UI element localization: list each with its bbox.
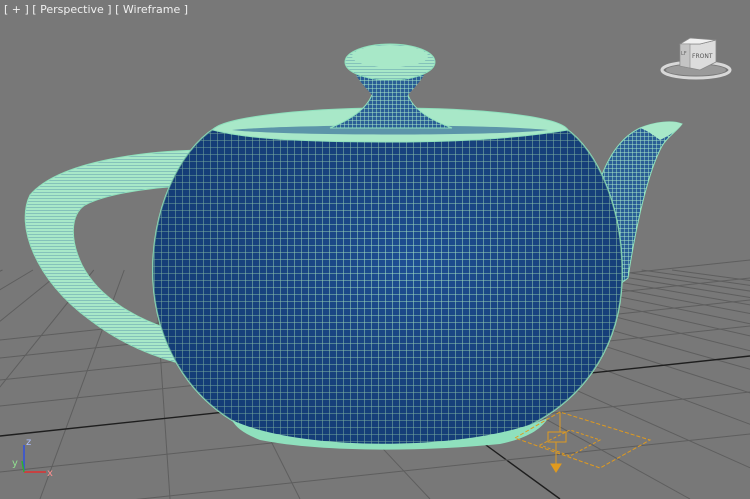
grid-line [0, 269, 64, 322]
viewport-general-menu[interactable]: + [12, 3, 21, 16]
label-bracket: ] [180, 3, 189, 16]
label-bracket: ] [ [103, 3, 123, 16]
scene-canvas[interactable]: z x y FRONT LF [0, 0, 750, 499]
label-bracket: [ [4, 3, 12, 16]
perspective-viewport[interactable]: z x y FRONT LF [ + ] [ Perspective ] [ W… [0, 0, 750, 499]
viewport-label-menu[interactable]: [ + ] [ Perspective ] [ Wireframe ] [4, 3, 188, 16]
viewcube-left-label[interactable]: LF [681, 51, 687, 57]
viewport-view-menu[interactable]: Perspective [40, 3, 104, 16]
y-axis-label: y [12, 458, 18, 469]
label-bracket: ] [ [21, 3, 41, 16]
z-axis-label: z [26, 437, 31, 448]
axis-gizmo: z x y [12, 437, 53, 479]
grid-line [611, 269, 750, 292]
teapot-body[interactable] [152, 107, 623, 450]
viewport-shading-menu[interactable]: Wireframe [123, 3, 180, 16]
x-axis-label: x [47, 468, 53, 479]
viewcube-front-label[interactable]: FRONT [692, 53, 713, 60]
viewcube[interactable]: FRONT LF [660, 37, 732, 80]
